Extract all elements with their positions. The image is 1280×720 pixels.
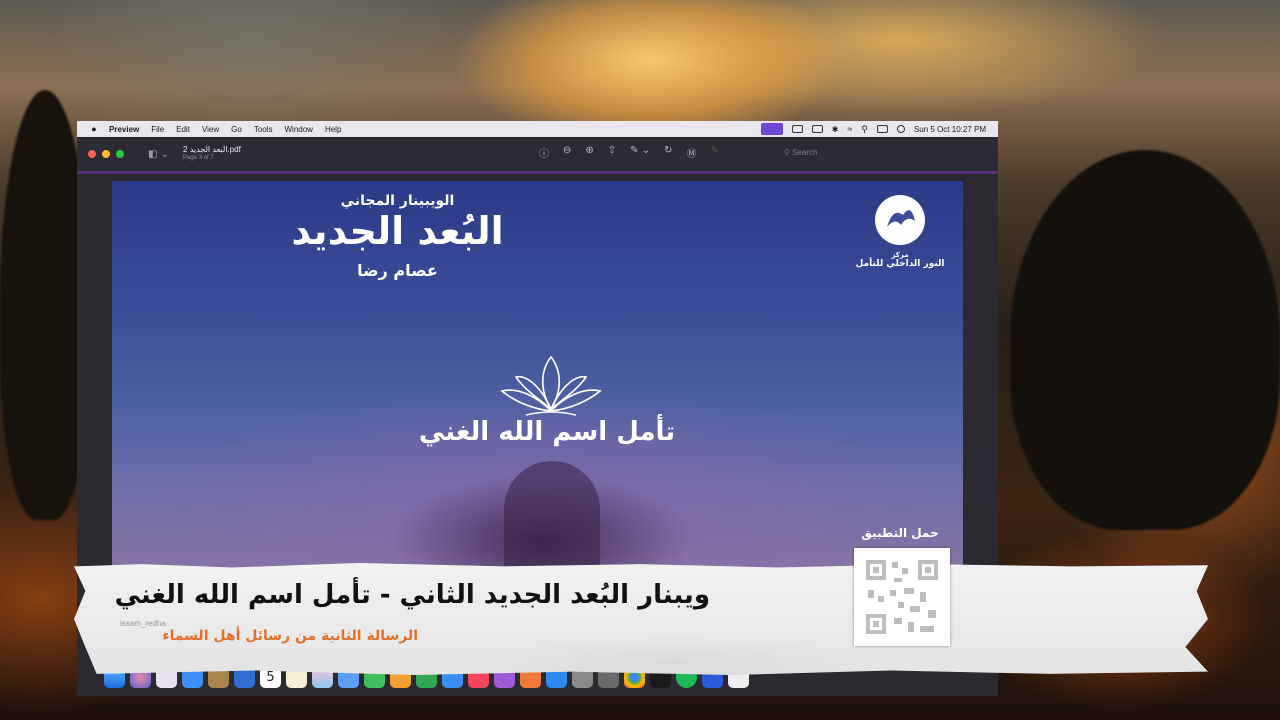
menu-extras: ✱ ≈ ⚲ Sun 5 Oct 10:27 PM [760,123,986,135]
share-icon[interactable]: ⇧ [608,145,616,160]
markup-pen-icon[interactable]: ✎ ⌄ [630,145,650,160]
zoom-button[interactable] [116,150,124,158]
slide-author: عصام رضا [357,261,438,280]
menu-edit[interactable]: Edit [176,125,190,134]
download-app-label: حمل التطبيق [861,526,939,540]
watermark: issam_redha [120,619,166,628]
overlay-subtitle: الرسالة الثانية من رسائل أهل السماء [162,628,418,644]
document-title-block: البعد الجديد 2.pdf Page 3 of 7 [183,145,241,163]
battery-icon[interactable] [811,125,823,133]
meditation-title: تأمل اسم الله الغني [418,417,676,447]
wifi-icon[interactable]: ≈ [847,124,852,134]
menu-window[interactable]: Window [285,125,313,134]
window-controls [88,150,124,158]
rotate-icon[interactable]: ↻ [664,145,672,160]
page-indicator: Page 3 of 7 [183,155,214,161]
pdf-page: الويبينار المجاني البُعد الجديد عصام رضا… [112,181,963,581]
menu-file[interactable]: File [151,125,164,134]
overlay-title: ويبنار البُعد الجديد الثاني - تأمل اسم ا… [114,580,710,610]
slide-subtitle: الويبينار المجاني [340,193,455,209]
menu-app-name[interactable]: Preview [109,125,139,134]
menu-view[interactable]: View [202,125,219,134]
info-icon[interactable]: ⓘ [539,145,549,160]
zoom-in-icon[interactable]: ⊕ [585,145,593,160]
search-field[interactable]: ⚲ Search [784,148,817,157]
annotate-icon[interactable]: Ⓜ [687,145,697,160]
minimize-button[interactable] [102,150,110,158]
logo-text: النور الداخلي للتأمل [855,259,945,269]
control-center-icon[interactable] [876,125,888,133]
keyboard-input-icon[interactable] [791,125,803,133]
screen-recording-icon[interactable] [760,123,783,135]
document-filename[interactable]: البعد الجديد 2.pdf [183,145,241,154]
search-placeholder: Search [792,148,818,157]
center-logo: مركز النور الداخلي للتأمل [850,193,950,269]
redact-icon[interactable]: ✎ [711,145,719,160]
apple-menu-icon[interactable]: ● [89,124,99,134]
menu-tools[interactable]: Tools [254,125,273,134]
meditating-figure [504,461,600,581]
wallpaper-tree [1010,150,1280,530]
close-button[interactable] [88,150,96,158]
search-icon[interactable]: ⚲ [861,124,868,135]
menu-help[interactable]: Help [325,125,341,134]
qr-code-icon[interactable] [854,548,950,646]
menu-clock[interactable]: Sun 5 Oct 10:27 PM [914,125,986,134]
toolbar-tools: ⓘ ⊖ ⊕ ⇧ ✎ ⌄ ↻ Ⓜ ✎ [539,145,719,160]
bluetooth-icon[interactable]: ✱ [832,125,839,134]
slide-title: البُعد الجديد [291,209,504,253]
lotus-icon [500,355,602,416]
logo-mark-icon [875,195,925,245]
siri-icon[interactable] [896,125,905,133]
menu-go[interactable]: Go [231,125,242,134]
toolbar: ◧ ⌄ البعد الجديد 2.pdf Page 3 of 7 ⓘ ⊖ ⊕… [77,137,998,174]
sidebar-toggle-icon[interactable]: ◧ ⌄ [148,149,169,160]
zoom-out-icon[interactable]: ⊖ [563,145,571,160]
menu-bar: ● Preview File Edit View Go Tools Window… [77,121,998,137]
